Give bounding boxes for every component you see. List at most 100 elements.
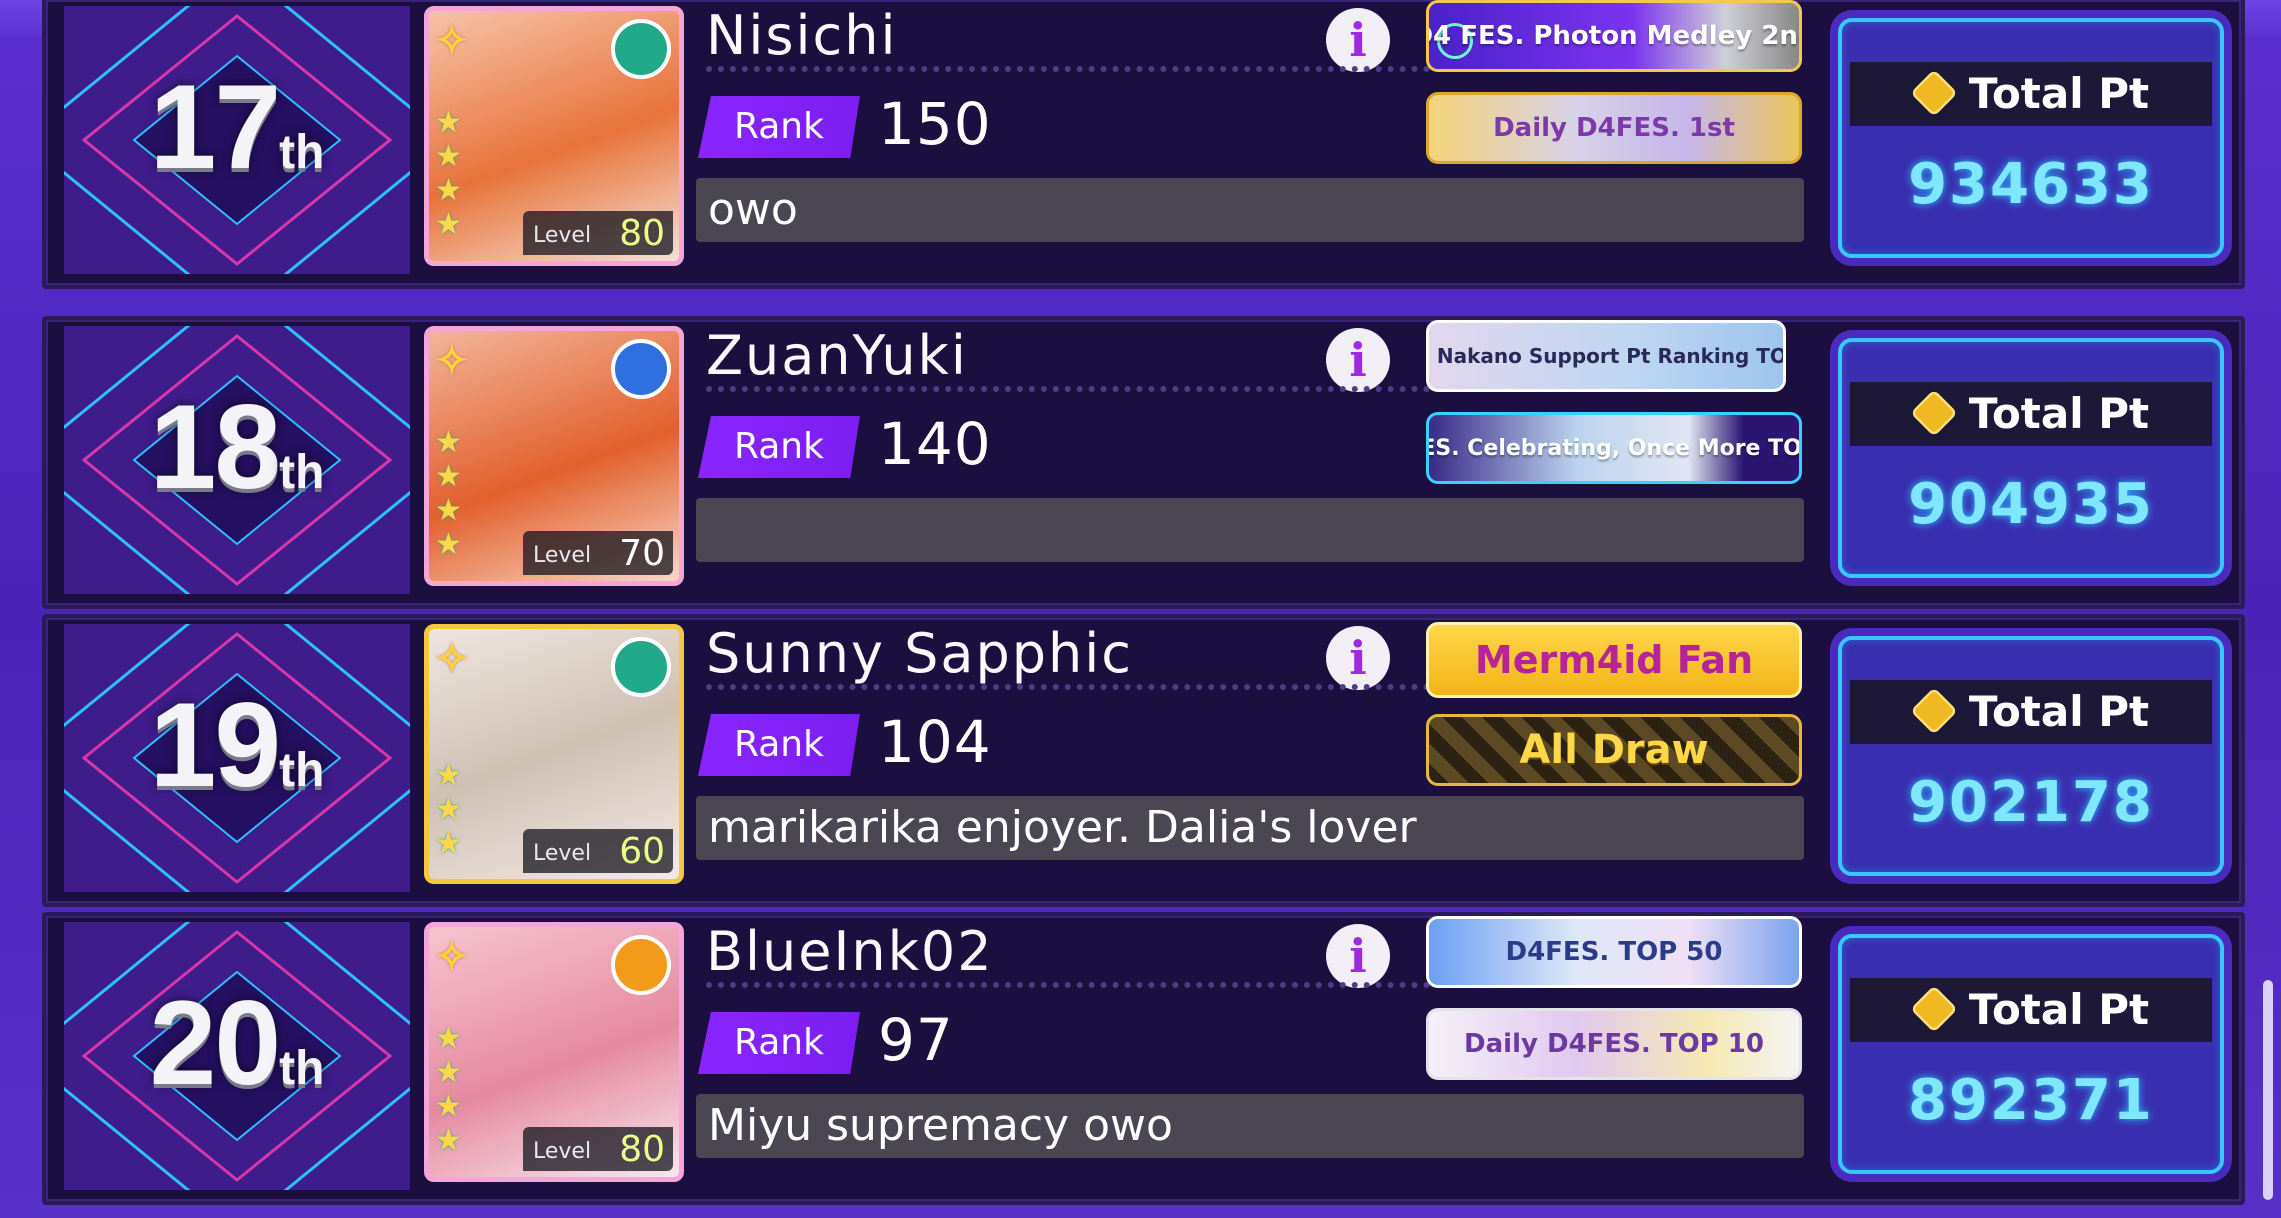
total-points-value: 902178 <box>1908 770 2154 835</box>
star-icon: ★ <box>435 139 462 174</box>
player-card[interactable]: ✧ ★ ★ ★ ★ Level 70 <box>424 326 684 586</box>
player-card[interactable]: ✧ ★ ★ ★ Level 60 <box>424 624 684 884</box>
info-icon[interactable]: i <box>1326 626 1390 690</box>
player-name: Sunny Sapphic <box>706 622 1133 685</box>
card-level: Level 80 <box>523 1127 673 1171</box>
player-card[interactable]: ✧ ★ ★ ★ ★ Level 80 <box>424 922 684 1182</box>
star-icon: ★ <box>435 826 462 861</box>
rank-position: 18th <box>149 380 325 514</box>
unit-logo-icon: ✧ <box>435 337 469 384</box>
title-badge[interactable]: D4 FES. Photon Medley 2nd <box>1426 0 1802 72</box>
star-icon: ★ <box>435 1089 462 1124</box>
star-icon: ★ <box>435 1021 462 1056</box>
total-points-header: Total Pt <box>1850 978 2212 1042</box>
divider <box>706 66 1466 72</box>
info-icon[interactable]: i <box>1326 328 1390 392</box>
title-badge[interactable]: Miku Nakano Support Pt Ranking TOP 10 <box>1426 320 1786 392</box>
title-badge[interactable]: Daily D4FES. TOP 10 <box>1426 1008 1802 1080</box>
event-coin-icon <box>1910 984 1958 1033</box>
star-icon: ★ <box>435 792 462 827</box>
divider <box>706 982 1466 988</box>
info-icon[interactable]: i <box>1326 924 1390 988</box>
event-coin-icon <box>1910 686 1958 735</box>
player-rank: 104 <box>878 708 992 776</box>
badge-label: All Draw <box>1519 727 1709 773</box>
leaderboard-row[interactable]: 18th ✧ ★ ★ ★ ★ Level 70 ZuanYuki i Rank 140 … <box>42 316 2245 609</box>
rank-label: Rank <box>698 96 860 158</box>
card-stars: ★ ★ ★ <box>435 759 462 861</box>
player-rank: 97 <box>878 1006 954 1074</box>
total-points-header: Total Pt <box>1850 62 2212 126</box>
total-points-panel: Total Pt 934633 <box>1838 18 2224 258</box>
event-coin-icon <box>1910 388 1958 437</box>
badge-label: D4 FES. Photon Medley 2nd <box>1426 21 1802 51</box>
unit-logo-icon: ✧ <box>435 933 469 980</box>
player-rank: 150 <box>878 90 992 158</box>
attribute-icon <box>611 19 671 79</box>
player-rank: 140 <box>878 410 992 478</box>
rank-position: 20th <box>149 976 325 1110</box>
leaderboard-row[interactable]: 19th ✧ ★ ★ ★ Level 60 Sunny Sapphic i Rank … <box>42 614 2245 907</box>
player-name: ZuanYuki <box>706 324 968 387</box>
card-stars: ★ ★ ★ ★ <box>435 106 462 242</box>
leaderboard-row[interactable]: 17th ✧ ★ ★ ★ ★ Level 80 Nisichi i Rank 150 o… <box>42 0 2245 289</box>
event-coin-icon <box>1910 68 1958 117</box>
title-badge[interactable]: Merm4id Fan <box>1426 622 1802 698</box>
title-badge[interactable]: D4FES. TOP 50 <box>1426 916 1802 988</box>
total-points-panel: Total Pt 892371 <box>1838 934 2224 1174</box>
player-name: Nisichi <box>706 4 898 67</box>
leaderboard-row[interactable]: 20th ✧ ★ ★ ★ ★ Level 80 BlueInk02 i Rank 97 … <box>42 912 2245 1205</box>
total-points-header: Total Pt <box>1850 680 2212 744</box>
scrollbar-thumb[interactable] <box>2263 980 2273 1200</box>
player-comment <box>696 498 1804 562</box>
rank-label: Rank <box>698 1012 860 1074</box>
rank-label: Rank <box>698 416 860 478</box>
star-icon: ★ <box>435 173 462 208</box>
star-icon: ★ <box>435 493 462 528</box>
card-level: Level 80 <box>523 211 673 255</box>
total-points-header: Total Pt <box>1850 382 2212 446</box>
rank-label: Rank <box>698 714 860 776</box>
badge-label: Daily D4FES. 1st <box>1493 113 1735 143</box>
attribute-icon <box>611 339 671 399</box>
player-comment: marikarika enjoyer. Dalia's lover <box>696 796 1804 860</box>
badge-label: Merm4id Fan <box>1474 638 1754 682</box>
star-icon: ★ <box>435 459 462 494</box>
rank-position-box: 19th <box>64 624 410 892</box>
card-stars: ★ ★ ★ ★ <box>435 426 462 562</box>
star-icon: ★ <box>435 207 462 242</box>
star-icon: ★ <box>435 1123 462 1158</box>
star-icon: ★ <box>435 105 462 140</box>
rank-position-box: 20th <box>64 922 410 1190</box>
card-level: Level 60 <box>523 829 673 873</box>
badge-label: Miku Nakano Support Pt Ranking TOP 10 <box>1429 344 1786 368</box>
total-points-value: 934633 <box>1908 152 2154 217</box>
info-icon[interactable]: i <box>1326 8 1390 72</box>
divider <box>706 386 1466 392</box>
total-points-panel: Total Pt 904935 <box>1838 338 2224 578</box>
total-points-value: 892371 <box>1908 1068 2154 1133</box>
title-badge[interactable]: Daily D4FES. 1st <box>1426 92 1802 164</box>
badge-label: Daily D4FES. TOP 10 <box>1464 1029 1764 1059</box>
star-icon: ★ <box>435 1055 462 1090</box>
divider <box>706 684 1466 690</box>
card-level: Level 70 <box>523 531 673 575</box>
badge-label: D4FES. Celebrating, Once More TOP 50 <box>1429 435 1802 461</box>
unit-logo-icon: ✧ <box>435 17 469 64</box>
star-icon: ★ <box>435 425 462 460</box>
star-icon: ★ <box>435 758 462 793</box>
player-name: BlueInk02 <box>706 920 994 983</box>
star-icon: ★ <box>435 527 462 562</box>
card-stars: ★ ★ ★ ★ <box>435 1022 462 1158</box>
player-comment: owo <box>696 178 1804 242</box>
total-points-panel: Total Pt 902178 <box>1838 636 2224 876</box>
player-card[interactable]: ✧ ★ ★ ★ ★ Level 80 <box>424 6 684 266</box>
title-badge[interactable]: D4FES. Celebrating, Once More TOP 50 <box>1426 412 1802 484</box>
badge-label: D4FES. TOP 50 <box>1505 937 1723 967</box>
attribute-icon <box>611 637 671 697</box>
attribute-icon <box>611 935 671 995</box>
player-comment: Miyu supremacy owo <box>696 1094 1804 1158</box>
rank-position: 19th <box>149 678 325 812</box>
rank-position: 17th <box>149 60 325 194</box>
title-badge[interactable]: All Draw <box>1426 714 1802 786</box>
